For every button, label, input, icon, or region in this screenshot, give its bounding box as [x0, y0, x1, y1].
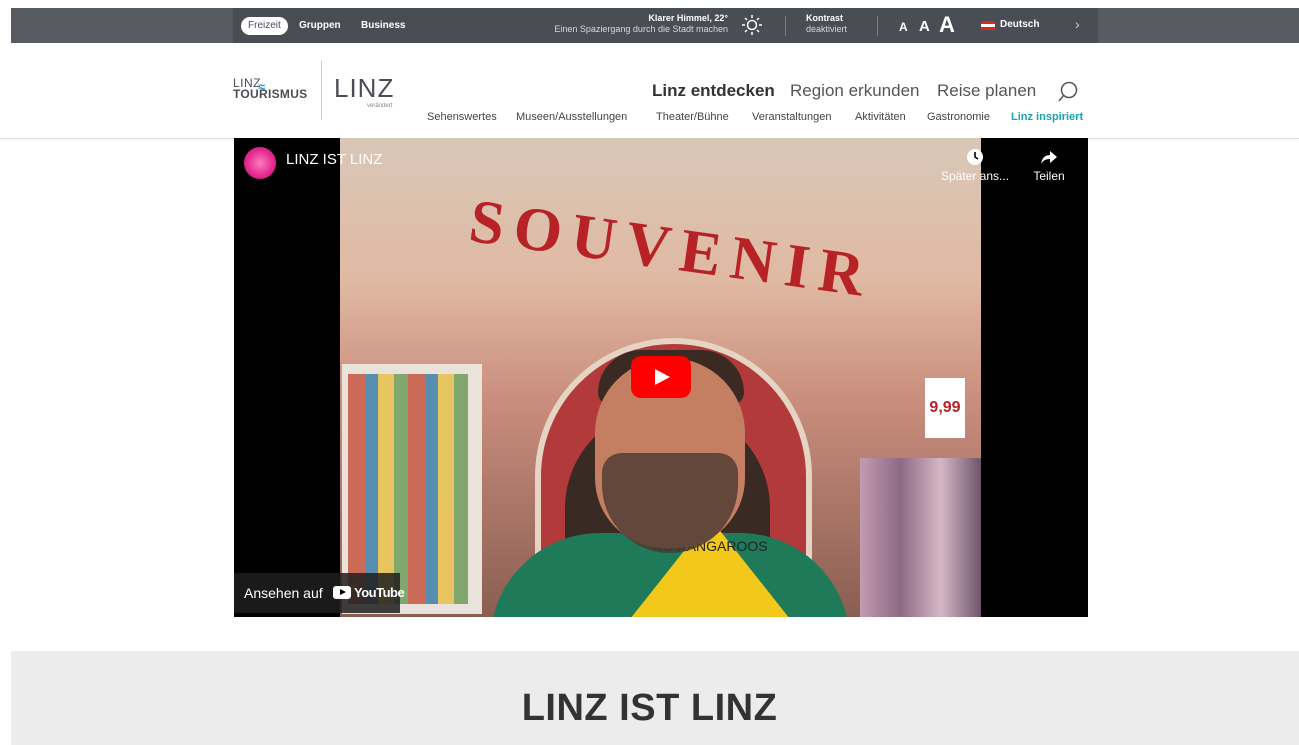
youtube-video-player[interactable]: SOUVENIR 9,99 NO KANGAROOS LINZ IST LINZ… — [234, 138, 1088, 617]
video-title[interactable]: LINZ IST LINZ — [286, 151, 382, 168]
section-heading: LINZ IST LINZ — [521, 687, 778, 729]
font-size-small-button[interactable]: A — [899, 20, 908, 34]
font-size-large-button[interactable]: A — [939, 12, 955, 38]
font-size-medium-button[interactable]: A — [919, 18, 930, 35]
channel-avatar[interactable] — [244, 147, 276, 179]
youtube-wordmark: YouTube — [354, 585, 405, 600]
share-label: Teilen — [1033, 169, 1065, 183]
divider — [877, 16, 878, 36]
weather-subtitle: Einen Spaziergang durch die Stadt machen — [554, 24, 728, 34]
linz-city-logo-tagline: verändert — [367, 103, 393, 109]
nav-reise-planen[interactable]: Reise planen — [937, 81, 1036, 101]
subnav-linz-inspiriert[interactable]: Linz inspiriert — [1011, 111, 1083, 123]
subnav-aktivitaeten[interactable]: Aktivitäten — [855, 111, 906, 123]
subnav-museen[interactable]: Museen/Ausstellungen — [516, 111, 627, 123]
audience-freizeit[interactable]: Freizeit — [241, 17, 288, 35]
share-arrow-icon — [1041, 151, 1057, 164]
contrast-title: Kontrast — [806, 13, 844, 23]
sun-icon — [742, 15, 762, 35]
nav-linz-entdecken[interactable]: Linz entdecken — [652, 81, 775, 101]
subnav-sehenswertes[interactable]: Sehenswertes — [427, 111, 497, 123]
watch-on-youtube-button[interactable]: Ansehen auf YouTube — [234, 573, 405, 613]
watch-later-label: Später ans... — [940, 169, 1010, 183]
share-button[interactable]: Teilen — [1026, 148, 1072, 183]
search-icon[interactable] — [1058, 81, 1078, 103]
subnav-theater[interactable]: Theater/Bühne — [656, 111, 729, 123]
language-selector[interactable]: Deutsch — [1000, 19, 1039, 30]
play-button[interactable] — [631, 356, 691, 398]
chevron-right-icon[interactable]: › — [1075, 16, 1080, 32]
contrast-status: deaktiviert — [806, 24, 848, 34]
wave-icon: ≈ — [258, 79, 266, 94]
nav-region-erkunden[interactable]: Region erkunden — [790, 81, 919, 101]
site-header — [0, 43, 1299, 139]
youtube-play-icon — [333, 586, 351, 599]
utility-bar: Freizeit Gruppen Business Klarer Himmel,… — [11, 8, 1299, 43]
weather-title: Klarer Himmel, 22° — [648, 13, 728, 23]
divider — [785, 16, 786, 36]
utility-bar-inner: Freizeit Gruppen Business Klarer Himmel,… — [233, 8, 1098, 43]
linz-city-logo[interactable]: LINZ — [334, 73, 394, 104]
weather-info: Klarer Himmel, 22° Einen Spaziergang dur… — [554, 13, 728, 35]
watch-later-button[interactable]: Später ans... — [938, 148, 1012, 183]
price-tag: 9,99 — [925, 378, 965, 438]
souvenir-sign: SOUVENIR — [465, 186, 879, 312]
audience-business[interactable]: Business — [361, 17, 405, 35]
subnav-gastronomie[interactable]: Gastronomie — [927, 111, 990, 123]
postcards — [348, 374, 468, 604]
subnav-veranstaltungen[interactable]: Veranstaltungen — [752, 111, 832, 123]
austria-flag-icon — [981, 21, 995, 30]
watch-on-label: Ansehen auf — [244, 585, 323, 601]
contrast-toggle[interactable]: Kontrast deaktiviert — [806, 13, 847, 35]
clothes-rack — [860, 458, 981, 617]
linz-tourismus-logo[interactable]: LINZ TOURISMUS — [233, 77, 308, 101]
logo-line-2: TOURISMUS — [233, 87, 308, 101]
clock-icon — [967, 149, 983, 165]
logo-divider — [321, 60, 322, 120]
audience-gruppen[interactable]: Gruppen — [299, 17, 341, 35]
